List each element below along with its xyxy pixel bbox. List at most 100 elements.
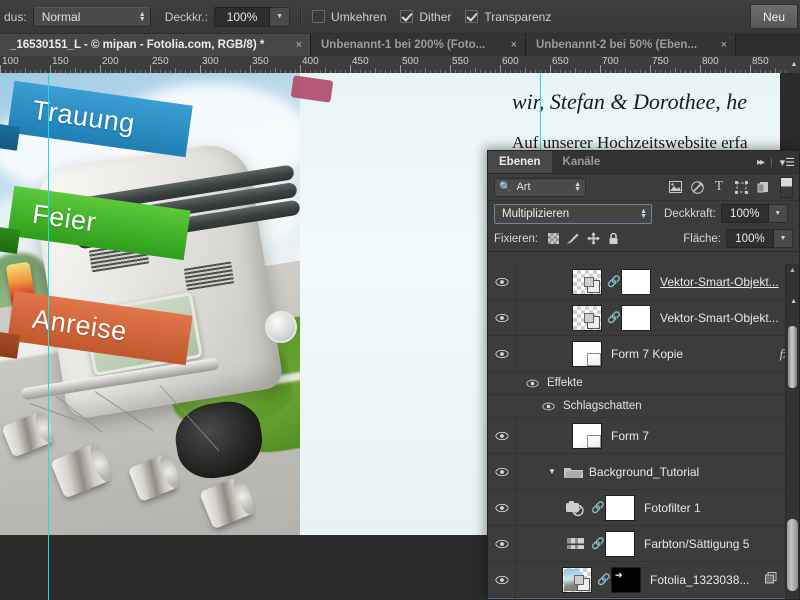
layer-mask-thumbnail[interactable] (621, 268, 651, 295)
layer-name[interactable]: Fotofilter 1 (644, 501, 799, 515)
checkbox-umkehren[interactable]: Umkehren (312, 10, 386, 24)
effects-visibility-toggle[interactable]: Effekte (526, 377, 583, 389)
layer-thumbnails[interactable]: 🔗 ➔ (556, 566, 641, 593)
checkbox-transparenz-box[interactable] (465, 10, 479, 23)
lock-all-icon[interactable] (603, 230, 623, 248)
layer-opacity-dropdown-icon[interactable]: ▼ (768, 204, 788, 223)
document-tab-active[interactable]: _16530151_L - © mipan - Fotolia.com, RGB… (0, 34, 311, 56)
table-row[interactable]: 🔗 Vektor-Smart-Objekt... (488, 264, 799, 300)
tab-kanaele[interactable]: Kanäle (552, 151, 612, 173)
layer-mask-thumbnail[interactable] (605, 494, 635, 521)
link-icon[interactable]: 🔗 (607, 275, 621, 288)
checkbox-transparenz[interactable]: Transparenz (465, 10, 551, 24)
layer-thumbnail[interactable] (572, 340, 602, 367)
layer-name[interactable]: Vektor-Smart-Objekt... (660, 311, 799, 325)
scroll-up-icon[interactable]: ▲ (786, 264, 799, 277)
table-row[interactable]: Form 7 Kopie fx (488, 336, 799, 372)
table-row[interactable]: 🔗 Farbton/Sättigung 5 (488, 526, 799, 562)
opacity-input[interactable]: 100% (214, 6, 271, 27)
layer-thumbnails[interactable]: 🔗 (558, 530, 635, 557)
layer-blend-mode-select[interactable]: Multiplizieren ▲ ▼ (494, 203, 652, 224)
checkbox-dither[interactable]: Dither (400, 10, 451, 24)
new-button[interactable]: Neu (750, 4, 798, 29)
lock-transparency-icon[interactable] (543, 230, 563, 248)
fill-dropdown-icon[interactable]: ▼ (774, 229, 793, 248)
layer-thumbnails[interactable]: 🔗 (558, 494, 635, 521)
photo-filter-icon[interactable] (564, 497, 586, 519)
link-icon[interactable]: 🔗 (607, 311, 621, 324)
blend-mode-select[interactable]: Normal ▲ ▼ (32, 6, 151, 27)
checkbox-umkehren-box[interactable] (312, 10, 326, 23)
layer-visibility-toggle[interactable] (488, 264, 516, 299)
layer-thumbnails[interactable] (566, 340, 602, 367)
layer-mask-thumbnail[interactable] (605, 530, 635, 557)
ruler-scroll-up-icon[interactable]: ▲ (788, 56, 800, 73)
layer-thumbnails[interactable] (566, 422, 602, 449)
opacity-dropdown-icon[interactable]: ▼ (270, 6, 291, 27)
table-row[interactable]: 🔗 ➔ Fotolia_1323038... (488, 562, 799, 598)
layer-name[interactable]: Background_Tutorial (589, 465, 799, 479)
layer-name[interactable]: Form 7 (611, 429, 799, 443)
layer-mask-thumbnail[interactable]: ➔ (611, 566, 641, 593)
vertical-guide[interactable] (48, 73, 49, 535)
opacity-control[interactable]: 100% ▼ (214, 6, 291, 27)
smartobject-filter-icon[interactable] (752, 177, 774, 197)
link-icon[interactable]: 🔗 (591, 537, 605, 550)
layer-opacity-input[interactable]: 100% (720, 204, 769, 223)
scrollbar-thumb[interactable] (787, 519, 798, 591)
link-icon[interactable]: 🔗 (591, 501, 605, 514)
collapse-panel-icon[interactable]: ▸▸ (757, 157, 765, 168)
layer-mask-thumbnail[interactable] (621, 304, 651, 331)
list-item[interactable]: Effekte (488, 372, 799, 395)
layer-name[interactable]: Vektor-Smart-Objekt... (660, 275, 799, 289)
layer-list[interactable]: 🔗 Vektor-Smart-Objekt... 🔗 Vektor-Smart-… (488, 264, 799, 599)
layer-name[interactable]: Fotolia_1323038... (650, 573, 765, 587)
list-item[interactable]: Schlagschatten (488, 395, 799, 418)
filter-toggle-switch[interactable] (780, 176, 793, 198)
hue-saturation-icon[interactable] (564, 533, 586, 555)
vertical-guide-pasteboard[interactable] (48, 535, 49, 600)
table-row[interactable]: Form 7 (488, 418, 799, 454)
layer-thumbnail[interactable] (572, 422, 602, 449)
layer-visibility-toggle[interactable] (488, 300, 516, 335)
layer-visibility-toggle[interactable] (488, 336, 516, 371)
layer-thumbnails[interactable]: 🔗 (566, 268, 651, 295)
fill-input[interactable]: 100% (726, 229, 774, 248)
layer-visibility-toggle[interactable] (488, 454, 516, 489)
adjustment-filter-icon[interactable] (686, 177, 708, 197)
layer-name[interactable]: Farbton/Sättigung 5 (644, 537, 799, 551)
close-icon[interactable]: × (296, 39, 302, 51)
table-row[interactable]: Fotolia_16530151_L - © mip... (488, 598, 799, 599)
document-tab-3[interactable]: Unbenannt-2 bei 50% (Eben... × (526, 34, 736, 56)
layer-name[interactable]: Form 7 Kopie (611, 347, 780, 361)
layer-visibility-toggle[interactable] (488, 598, 516, 599)
chevron-down-icon[interactable]: ▼ (548, 467, 556, 476)
panel-menu-icon[interactable]: ▾☰ (780, 156, 795, 169)
layer-thumbnail[interactable] (572, 268, 602, 295)
type-filter-icon[interactable]: T (708, 177, 730, 197)
close-icon[interactable]: × (511, 39, 517, 51)
layer-visibility-toggle[interactable] (488, 526, 516, 561)
table-row[interactable]: 🔗 Fotofilter 1 (488, 490, 799, 526)
layer-list-scrollbar[interactable]: ▲ (785, 264, 799, 599)
image-filter-icon[interactable] (664, 177, 686, 197)
checkbox-dither-box[interactable] (400, 10, 414, 23)
filter-kind-select[interactable]: 🔍 Art ▲ ▼ (494, 177, 586, 197)
link-icon[interactable]: 🔗 (597, 573, 611, 586)
layer-visibility-toggle[interactable] (488, 490, 516, 525)
layer-visibility-toggle[interactable] (488, 418, 516, 453)
lock-position-icon[interactable] (583, 230, 603, 248)
shape-filter-icon[interactable] (730, 177, 752, 197)
table-row[interactable]: 🔗 Vektor-Smart-Objekt... (488, 300, 799, 336)
inner-scroll-up-icon[interactable]: ▲ (790, 298, 797, 305)
inner-scrollbar-thumb[interactable] (788, 326, 797, 388)
tab-ebenen[interactable]: Ebenen (488, 151, 552, 173)
layer-thumbnail[interactable] (572, 304, 602, 331)
document-tab-2[interactable]: Unbenannt-1 bei 200% (Foto... × (311, 34, 526, 56)
lock-pixels-icon[interactable] (563, 230, 583, 248)
layer-thumbnails[interactable]: 🔗 (566, 304, 651, 331)
group-header[interactable]: ▼ (540, 465, 583, 479)
layer-thumbnail[interactable] (562, 566, 592, 593)
effect-visibility-toggle[interactable]: Schlagschatten (542, 400, 642, 412)
layer-visibility-toggle[interactable] (488, 562, 516, 597)
